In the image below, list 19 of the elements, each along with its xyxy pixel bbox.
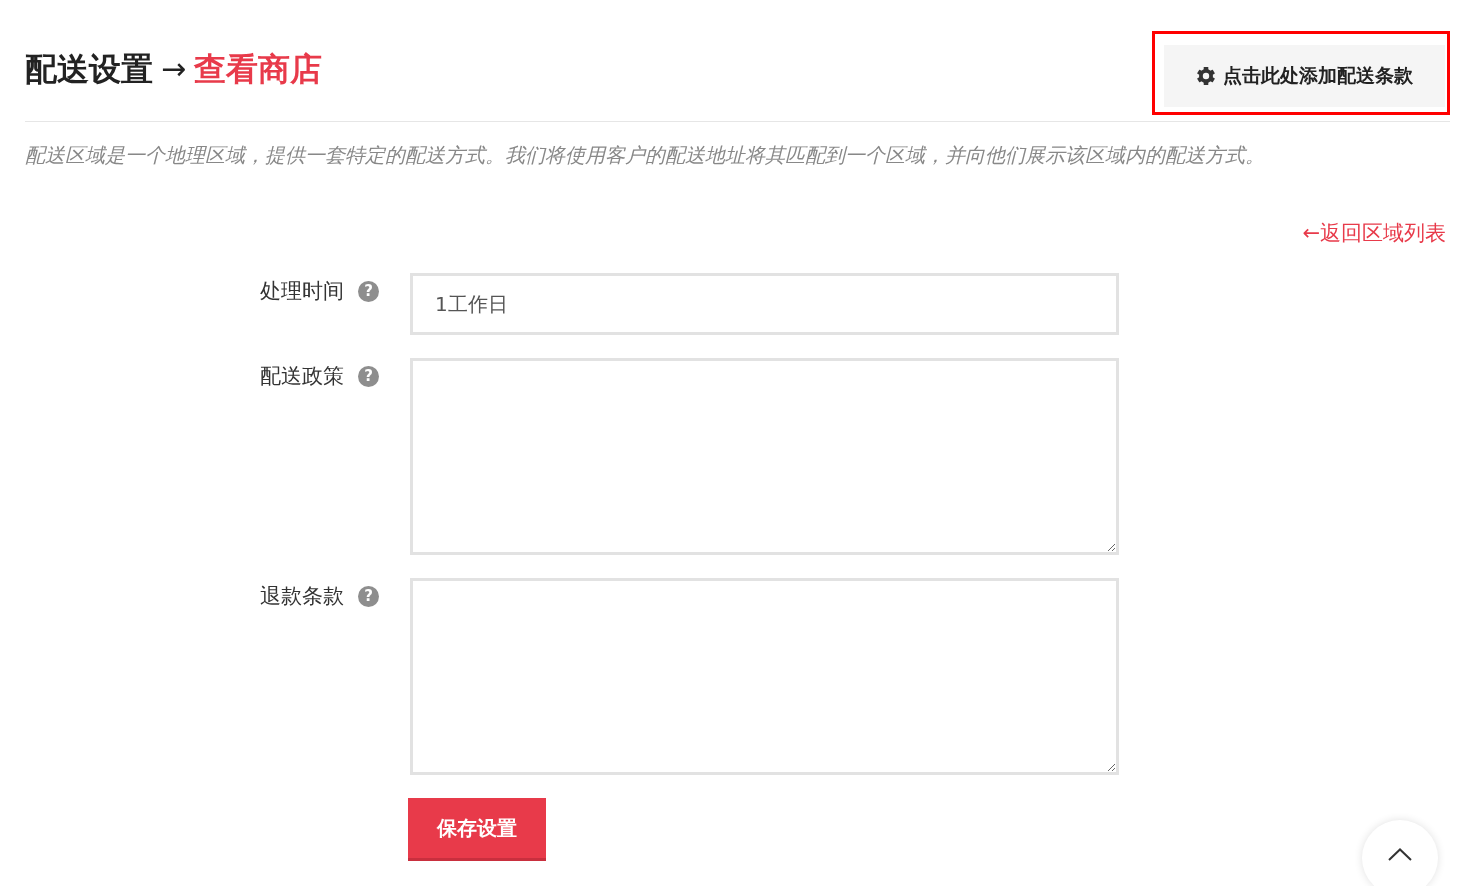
page-title: 配送设置 — [25, 49, 153, 89]
save-settings-button[interactable]: 保存设置 — [408, 798, 546, 861]
add-shipping-terms-button[interactable]: 点击此处添加配送条款 — [1164, 45, 1445, 107]
view-store-link[interactable]: 查看商店 — [194, 49, 323, 89]
arrow-separator: → — [161, 50, 187, 88]
field-label: 退款条款 — [260, 583, 344, 609]
description-text: 配送区域是一个地理区域，提供一套特定的配送方式。我们将使用客户的配送地址将其匹配到一个区域，并向他们展示该区域内的配送方式。 — [25, 142, 1266, 168]
input-field[interactable]: 1工作日 — [410, 273, 1119, 335]
help-icon[interactable]: ? — [358, 280, 379, 302]
field-label: 处理时间 — [260, 278, 344, 304]
field-label: 配送政策 — [260, 363, 344, 389]
chevron-up-icon — [1388, 847, 1412, 861]
help-icon[interactable]: ? — [358, 585, 379, 607]
text-area[interactable] — [410, 578, 1119, 775]
back-to-zones-link[interactable]: ←返回区域列表 — [1302, 220, 1446, 246]
help-icon[interactable]: ? — [358, 365, 379, 387]
scroll-to-top-button[interactable] — [1362, 820, 1438, 886]
gear-icon — [1196, 67, 1215, 85]
text-area[interactable] — [410, 358, 1119, 555]
